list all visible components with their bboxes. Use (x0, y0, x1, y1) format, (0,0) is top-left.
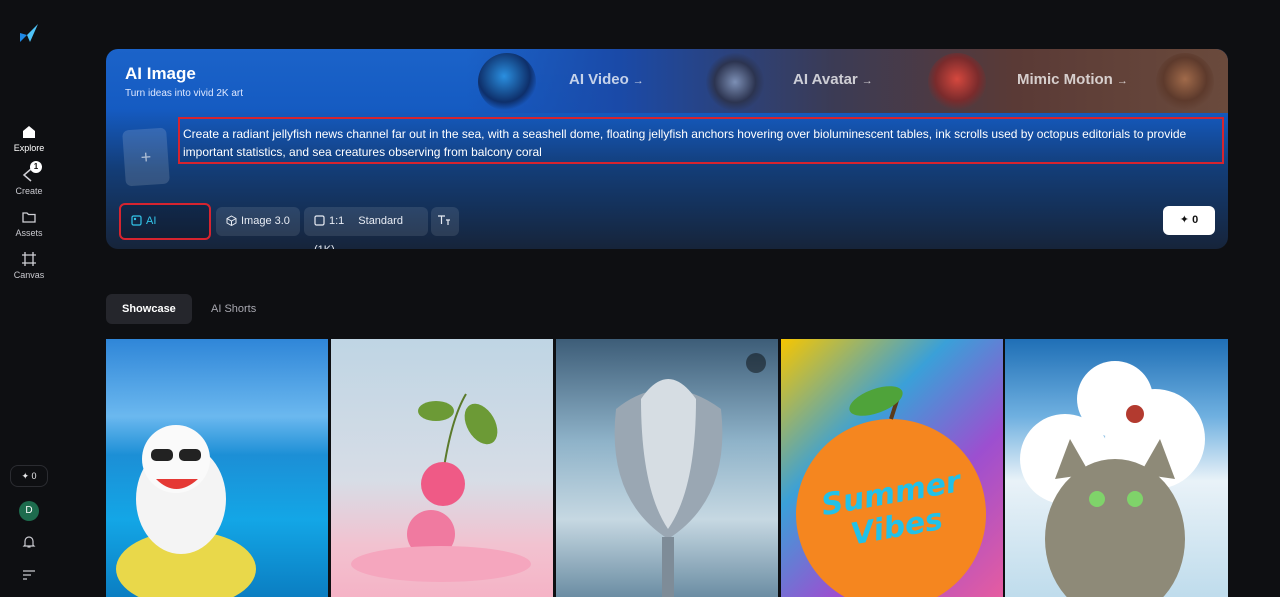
showcase-gallery: Summer Vibes (106, 339, 1228, 597)
sidebar-item-label: Create (15, 186, 43, 196)
home-icon (23, 126, 35, 138)
cloud-cat-illustration (1020, 361, 1205, 597)
arrow-right-icon: → (861, 75, 873, 87)
folder-icon (22, 212, 36, 223)
cube-icon (226, 215, 237, 227)
sidebar-item-label: Assets (15, 228, 43, 238)
arrow-right-icon: → (632, 75, 644, 87)
tab-ai-video[interactable]: AI Video → (569, 71, 644, 88)
avatar-character-thumbnail (928, 53, 986, 111)
gallery-item-summer-vibes[interactable]: Summer Vibes (781, 339, 1003, 597)
sparkle-icon: ✦ (1179, 214, 1193, 226)
app-logo-icon[interactable] (18, 22, 40, 44)
gallery-item-cherries[interactable] (331, 339, 553, 597)
tulip-illustration (614, 379, 723, 597)
canvas-icon (22, 252, 36, 266)
gallery-item-cat-pool[interactable] (106, 339, 328, 597)
sidebar: Explore 1 Create Assets Canvas ✦ 0 D (0, 0, 58, 597)
sidebar-item-assets[interactable]: Assets (0, 209, 58, 238)
create-badge: 1 (30, 161, 42, 173)
prompt-area: + Create a radiant jellyfish news channe… (106, 113, 1228, 249)
add-reference-image-button[interactable]: + (122, 127, 170, 187)
model-selector[interactable]: Image 3.0 (216, 207, 300, 236)
generate-button[interactable]: ✦ 0 (1163, 206, 1215, 235)
text-settings-button[interactable] (431, 207, 459, 236)
ratio-quality-selector[interactable]: 1:1Standard (1K) (304, 207, 428, 249)
text-format-icon (438, 215, 450, 225)
aspect-ratio-icon (314, 215, 325, 226)
cat-illustration (116, 425, 256, 597)
mimic-motion-thumbnail (1156, 53, 1214, 111)
page-subtitle: Turn ideas into vivid 2K art (125, 88, 244, 99)
chevron-down-icon: ⌄ (167, 248, 176, 249)
play-icon[interactable] (746, 353, 766, 373)
mode-dropdown[interactable]: AI Image⌄ (119, 203, 211, 249)
tab-ai-avatar[interactable]: AI Avatar → (793, 71, 873, 88)
arrow-right-icon: → (1116, 75, 1128, 87)
sidebar-item-label: Explore (13, 143, 45, 153)
gallery-item-cloud-cat[interactable] (1005, 339, 1228, 597)
tab-showcase[interactable]: Showcase (106, 294, 192, 324)
avatar[interactable]: D (19, 501, 39, 521)
ai-image-panel: AI Image Turn ideas into vivid 2K art AI… (106, 49, 1228, 249)
menu-icon[interactable] (22, 569, 36, 581)
sidebar-item-canvas[interactable]: Canvas (0, 251, 58, 280)
ai-video-thumbnail (478, 53, 536, 111)
tab-ai-shorts[interactable]: AI Shorts (195, 294, 272, 324)
prompt-input[interactable]: Create a radiant jellyfish news channel … (178, 117, 1224, 164)
page-title: AI Image (125, 64, 196, 83)
image-mode-icon (131, 215, 142, 226)
cherry-illustration (351, 393, 531, 582)
bell-icon[interactable] (22, 535, 36, 549)
sidebar-item-explore[interactable]: Explore (0, 124, 58, 153)
credits-counter[interactable]: ✦ 0 (10, 465, 48, 487)
sidebar-item-create[interactable]: 1 Create (0, 161, 58, 196)
tab-mimic-motion[interactable]: Mimic Motion → (1017, 71, 1128, 88)
ai-avatar-thumbnail (706, 53, 764, 111)
gallery-item-chrome-tulip[interactable] (556, 339, 778, 597)
sidebar-item-label: Canvas (13, 270, 45, 280)
